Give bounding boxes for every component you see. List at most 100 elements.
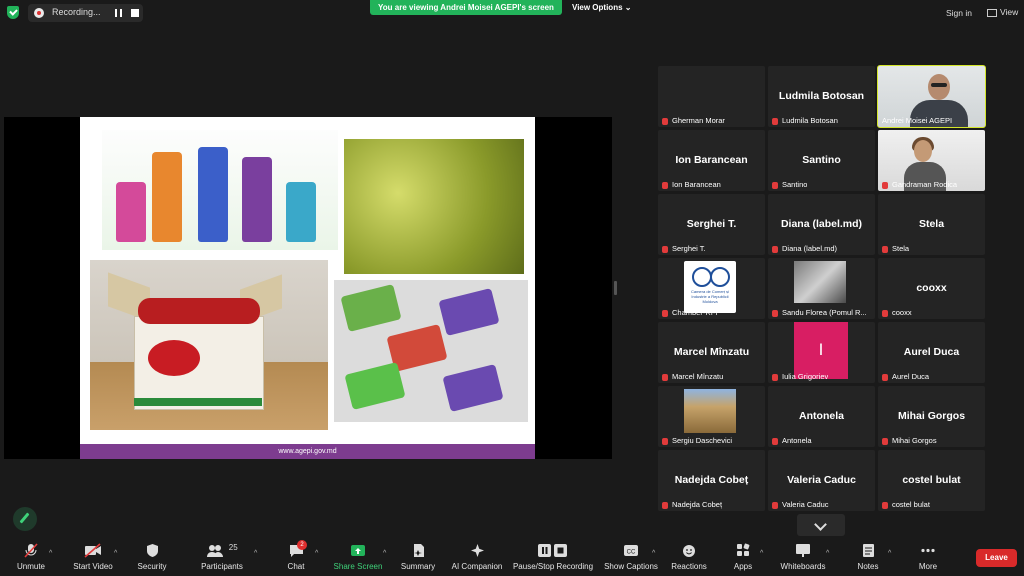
pause-icon[interactable]: [115, 9, 122, 17]
chat-button[interactable]: 2 Chat: [280, 540, 312, 571]
participant-tile[interactable]: Ludmila Botosan Ludmila Botosan: [768, 66, 875, 127]
participant-name: Aurel Duca: [903, 346, 960, 358]
participant-tile[interactable]: cooxx cooxx: [878, 258, 985, 319]
video-off-icon: [84, 543, 101, 558]
participant-tile[interactable]: Nadejda Cobeț Nadejda Cobeț: [658, 450, 765, 511]
chevron-up-icon[interactable]: ^: [315, 550, 318, 557]
chevron-up-icon[interactable]: ^: [114, 550, 117, 557]
security-button[interactable]: Security: [134, 543, 170, 571]
tray: [340, 284, 402, 332]
participant-tile-active-speaker[interactable]: Andrei Moisei AGEPI: [877, 65, 986, 128]
participant-tile[interactable]: Sandu Florea (Pomul R...: [768, 258, 875, 319]
start-video-button[interactable]: Start Video: [70, 543, 116, 571]
share-screen-icon: [351, 545, 365, 556]
slide-footer-url: www.agepi.gov.md: [80, 444, 535, 459]
chevron-up-icon[interactable]: ^: [254, 550, 257, 557]
chat-badge: 2: [297, 540, 307, 550]
participant-tile[interactable]: Aurel Duca Aurel Duca: [878, 322, 985, 383]
chevron-up-icon[interactable]: ^: [826, 550, 829, 557]
participant-name: Stela: [918, 218, 945, 230]
participant-tile[interactable]: Serghei T. Serghei T.: [658, 194, 765, 255]
chevron-up-icon[interactable]: ^: [888, 550, 891, 557]
ai-companion-button[interactable]: AI Companion: [448, 543, 506, 571]
shared-slide: www.agepi.gov.md: [80, 117, 535, 459]
top-bar: Recording... You are viewing Andrei Mois…: [0, 0, 1024, 26]
martins-logo: [148, 340, 200, 376]
participant-tile[interactable]: Santino Santino: [768, 130, 875, 191]
participant-tile[interactable]: Ion Barancean Ion Barancean: [658, 130, 765, 191]
participant-tile[interactable]: Mihai Gorgos Mihai Gorgos: [878, 386, 985, 447]
participant-tile[interactable]: Marcel Mînzatu Marcel Mînzatu: [658, 322, 765, 383]
shield-icon: [146, 544, 158, 557]
viewing-banner: You are viewing Andrei Moisei AGEPI's sc…: [370, 0, 562, 15]
participant-label: Stela: [882, 244, 909, 253]
chevron-up-icon[interactable]: ^: [760, 550, 763, 557]
summary-button[interactable]: Summary: [398, 543, 438, 571]
tray: [344, 362, 406, 410]
muted-mic-icon: [882, 501, 888, 509]
chevron-up-icon[interactable]: ^: [383, 550, 386, 557]
participant-label: Sandu Florea (Pomul R...: [772, 308, 867, 317]
participant-tile[interactable]: Gandraman Rodica: [878, 130, 985, 191]
person-glasses: [931, 83, 947, 87]
share-screen-button[interactable]: Share Screen: [332, 543, 384, 571]
participant-tile[interactable]: Sergiu Daschevici: [658, 386, 765, 447]
participant-name: Nadejda Cobeț: [674, 474, 749, 486]
participant-name: cooxx: [916, 282, 947, 294]
splitter-handle[interactable]: [614, 281, 617, 295]
reactions-button[interactable]: Reactions: [668, 543, 710, 571]
onions-net-image: [344, 139, 524, 274]
participants-button[interactable]: 25 Participants: [199, 543, 245, 571]
participant-name: Ludmila Botosan: [778, 90, 865, 102]
cloud-record-icon: [34, 8, 44, 18]
notes-label: Notes: [857, 562, 879, 571]
muted-mic-icon: [662, 117, 668, 125]
view-options-button[interactable]: View Options ⌄: [572, 3, 631, 12]
notes-button[interactable]: Notes: [852, 543, 884, 571]
participant-tile[interactable]: Stela Stela: [878, 194, 985, 255]
participant-photo: [684, 389, 736, 433]
stop-icon[interactable]: [131, 9, 139, 17]
more-button[interactable]: More: [912, 543, 944, 571]
gallery-collapse-button[interactable]: [797, 514, 845, 536]
unmute-button[interactable]: Unmute: [14, 543, 48, 571]
muted-mic-icon: [882, 373, 888, 381]
security-label: Security: [137, 562, 167, 571]
participant-tile[interactable]: I Iulia Grigoriev: [768, 322, 875, 383]
tray: [442, 364, 504, 412]
shield-icon[interactable]: [7, 6, 19, 19]
chevron-up-icon[interactable]: ^: [652, 550, 655, 557]
muted-mic-icon: [772, 373, 778, 381]
whiteboards-button[interactable]: Whiteboards: [778, 543, 828, 571]
apps-button[interactable]: Apps: [728, 543, 758, 571]
participant-tile[interactable]: Diana (label.md) Diana (label.md): [768, 194, 875, 255]
sign-in-button[interactable]: Sign in: [946, 8, 972, 18]
view-button[interactable]: View: [987, 7, 1018, 17]
participant-tile[interactable]: Valeria Caduc Valeria Caduc: [768, 450, 875, 511]
muted-mic-icon: [662, 437, 668, 445]
participant-tile[interactable]: Antonela Antonela: [768, 386, 875, 447]
bag-shape: [198, 147, 228, 242]
muted-mic-icon: [882, 181, 888, 189]
muted-mic-icon: [772, 181, 778, 189]
participant-label: Diana (label.md): [772, 244, 837, 253]
show-captions-button[interactable]: CC Show Captions: [603, 543, 659, 571]
annotate-pen-icon[interactable]: [13, 507, 37, 531]
chevron-down-icon: ⌄: [624, 3, 632, 12]
whiteboards-label: Whiteboards: [780, 562, 826, 571]
bag-shape: [286, 182, 316, 242]
unmute-label: Unmute: [16, 562, 45, 571]
participant-tile[interactable]: Camera de Comerț și Industrie a Republic…: [658, 258, 765, 319]
chevron-up-icon[interactable]: ^: [49, 550, 52, 557]
pause-stop-recording-button[interactable]: Pause/Stop Recording: [510, 543, 596, 571]
person-head: [928, 74, 950, 100]
summary-icon: [413, 544, 424, 557]
notes-icon: [862, 544, 874, 557]
participant-tile[interactable]: costel bulat costel bulat: [878, 450, 985, 511]
muted-mic-icon: [772, 245, 778, 253]
participants-label: Participants: [201, 562, 243, 571]
leave-button[interactable]: Leave: [976, 549, 1017, 567]
participant-tile[interactable]: Gherman Morar: [658, 66, 765, 127]
muted-mic-icon: [662, 245, 668, 253]
reactions-label: Reactions: [671, 562, 707, 571]
